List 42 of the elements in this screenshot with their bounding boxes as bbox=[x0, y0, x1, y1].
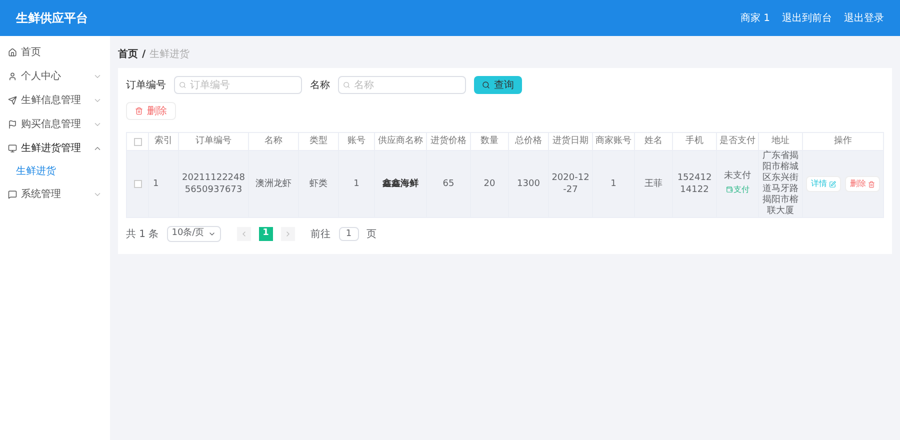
table-cell: 1 bbox=[338, 150, 374, 218]
table-cell: 65 bbox=[426, 150, 470, 218]
table-cell: 20 bbox=[470, 150, 508, 218]
header-link[interactable]: 退出登录 bbox=[844, 10, 884, 26]
header-link[interactable]: 退出到前台 bbox=[782, 10, 832, 26]
table-cell: 15241214122 bbox=[672, 150, 716, 218]
table-cell: 1 bbox=[148, 150, 178, 218]
table-cell: 2020-12-27 bbox=[548, 150, 592, 218]
total-count: 共 1 条 bbox=[126, 228, 159, 242]
table-cell: 202111222485650937673 bbox=[178, 150, 248, 218]
sidebar-item[interactable]: 生鲜信息管理 bbox=[0, 88, 110, 112]
table-cell: 澳洲龙虾 bbox=[248, 150, 298, 218]
table-cell: 广东省揭阳市榕城区东兴街道马牙路揭阳市榕联大厦 bbox=[758, 150, 802, 218]
search-input[interactable]: 订单编号 bbox=[190, 78, 297, 92]
breadcrumb-item: 生鲜进货 bbox=[150, 48, 190, 62]
query-button[interactable]: 查询 bbox=[474, 76, 522, 94]
table-cell: 王菲 bbox=[634, 150, 672, 218]
breadcrumb-item[interactable]: 首页 bbox=[118, 46, 138, 62]
breadcrumb-item: / bbox=[142, 48, 146, 62]
sidebar-item[interactable]: 个人中心 bbox=[0, 64, 110, 88]
search-field[interactable]: 名称 bbox=[338, 76, 466, 94]
table-cell: 1 bbox=[592, 150, 634, 218]
sidebar-subitem[interactable]: 生鲜进货 bbox=[0, 160, 110, 182]
goto-label: 前往 bbox=[310, 228, 331, 242]
header-link[interactable]: 商家 1 bbox=[740, 10, 770, 26]
table-cell: 1300 bbox=[508, 150, 548, 218]
field-label: 订单编号 bbox=[126, 78, 166, 92]
goto-suffix: 页 bbox=[366, 228, 377, 242]
app-title: 生鲜供应平台 bbox=[16, 10, 88, 27]
sidebar-item[interactable]: 系统管理 bbox=[0, 182, 110, 206]
field-label: 名称 bbox=[310, 78, 330, 92]
table-cell: 鑫鑫海鲜 bbox=[374, 150, 426, 218]
sidebar-item[interactable]: 首页 bbox=[0, 40, 110, 64]
page-size-select[interactable]: 10条/页 bbox=[166, 226, 221, 242]
table-cell: 虾类 bbox=[298, 150, 338, 218]
column-header: 操作 bbox=[802, 132, 884, 150]
sidebar-item[interactable]: 购买信息管理 bbox=[0, 112, 110, 136]
sidebar-item[interactable]: 生鲜进货管理 bbox=[0, 136, 110, 160]
payment-status: 未支付 bbox=[723, 170, 752, 183]
search-input[interactable]: 名称 bbox=[354, 78, 461, 92]
goto-page-field[interactable]: 1 bbox=[338, 227, 359, 241]
search-field[interactable]: 订单编号 bbox=[174, 76, 302, 94]
